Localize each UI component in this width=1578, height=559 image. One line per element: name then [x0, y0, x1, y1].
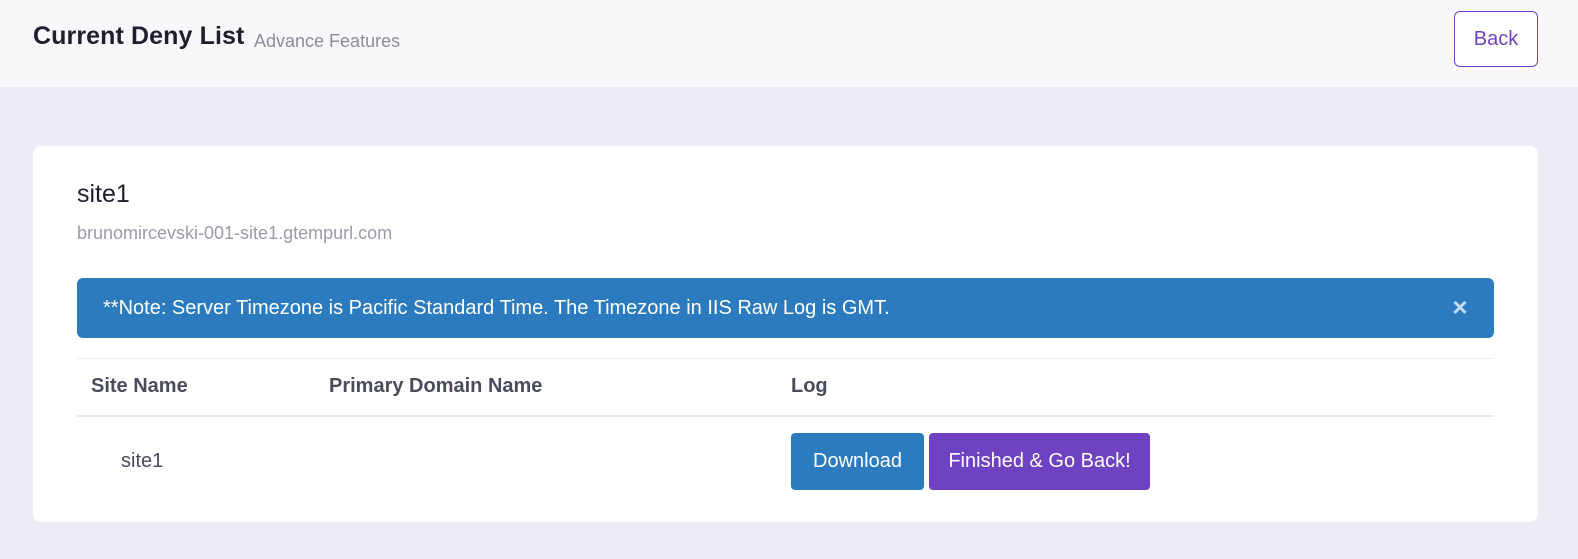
column-header-site-name: Site Name — [91, 375, 188, 397]
column-header-log: Log — [791, 375, 828, 397]
download-button[interactable]: Download — [791, 433, 924, 490]
alert-text: **Note: Server Timezone is Pacific Stand… — [103, 296, 890, 319]
back-button[interactable]: Back — [1454, 11, 1538, 67]
close-icon[interactable]: × — [1448, 292, 1472, 322]
timezone-note-alert: **Note: Server Timezone is Pacific Stand… — [77, 278, 1494, 338]
column-header-primary-domain: Primary Domain Name — [329, 375, 543, 397]
site-name-title: site1 — [77, 180, 130, 208]
site-card: site1 brunomircevski-001-site1.gtempurl.… — [33, 146, 1538, 522]
cell-site-name: site1 — [121, 450, 164, 472]
finished-go-back-button[interactable]: Finished & Go Back! — [929, 433, 1150, 490]
page-title: Current Deny List — [33, 22, 245, 50]
page-subtitle: Advance Features — [254, 31, 401, 51]
top-header: Current Deny List Advance Features Back — [0, 0, 1578, 87]
site-url: brunomircevski-001-site1.gtempurl.com — [77, 223, 393, 243]
table-divider — [77, 358, 1494, 359]
table-header-divider — [77, 415, 1494, 417]
